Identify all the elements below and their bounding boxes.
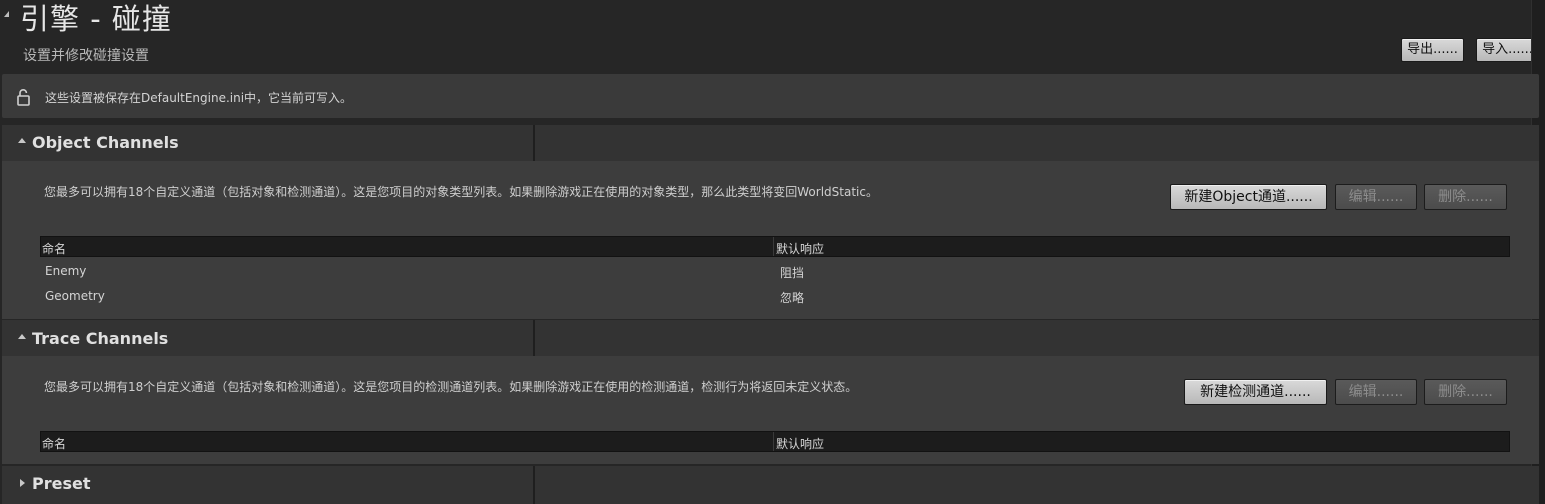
export-button[interactable]: 导出...... [1401, 38, 1464, 62]
table-row-response[interactable]: 忽略 [780, 289, 804, 306]
edit-object-channel-button[interactable]: 编辑...... [1335, 184, 1417, 210]
object-channels-title: Object Channels [32, 133, 179, 152]
trace-channels-description: 您最多可以拥有18个自定义通道（包括对象和检测通道）。这是您项目的检测通道列表。… [44, 380, 858, 394]
collapsed-arrow-icon[interactable] [20, 479, 25, 487]
column-header-default-response[interactable]: 默认响应 [776, 240, 824, 257]
page-subtitle: 设置并修改碰撞设置 [23, 48, 149, 64]
delete-trace-channel-button[interactable]: 删除...... [1424, 379, 1507, 405]
table-row-response[interactable]: 阻挡 [780, 264, 804, 281]
object-channels-header[interactable] [2, 125, 1539, 161]
object-channels-description: 您最多可以拥有18个自定义通道（包括对象和检测通道）。这是您项目的对象类型列表。… [44, 185, 878, 199]
table-row-name[interactable]: Geometry [45, 289, 105, 303]
preset-header[interactable] [2, 466, 1539, 504]
collapse-arrow-icon[interactable] [4, 11, 9, 17]
trace-channels-header[interactable] [2, 320, 1539, 356]
edit-trace-channel-button[interactable]: 编辑...... [1335, 379, 1417, 405]
column-header-name[interactable]: 命名 [42, 435, 66, 452]
trace-channels-title: Trace Channels [32, 329, 169, 348]
header-divider [533, 125, 535, 161]
expand-arrow-icon[interactable] [18, 334, 26, 339]
preset-title: Preset [32, 474, 91, 493]
import-button[interactable]: 导入...... [1476, 38, 1539, 62]
info-text: 这些设置被保存在DefaultEngine.ini中，它当前可写入。 [45, 91, 353, 105]
page-title: 引擎 - 碰撞 [20, 2, 172, 36]
column-divider[interactable] [773, 237, 774, 256]
delete-object-channel-button[interactable]: 删除...... [1424, 184, 1507, 210]
column-divider[interactable] [773, 432, 774, 451]
column-header-default-response[interactable]: 默认响应 [776, 435, 824, 452]
unlocked-lock-icon [16, 88, 32, 106]
column-header-name[interactable]: 命名 [42, 240, 66, 257]
expand-arrow-icon[interactable] [18, 138, 26, 143]
new-trace-channel-button[interactable]: 新建检测通道...... [1184, 379, 1327, 405]
header-divider [533, 320, 535, 356]
table-row-name[interactable]: Enemy [45, 264, 86, 278]
object-channels-table-header [40, 236, 1510, 257]
trace-channels-table-header [40, 431, 1510, 452]
header-divider [533, 466, 535, 504]
new-object-channel-button[interactable]: 新建Object通道...... [1170, 184, 1327, 210]
